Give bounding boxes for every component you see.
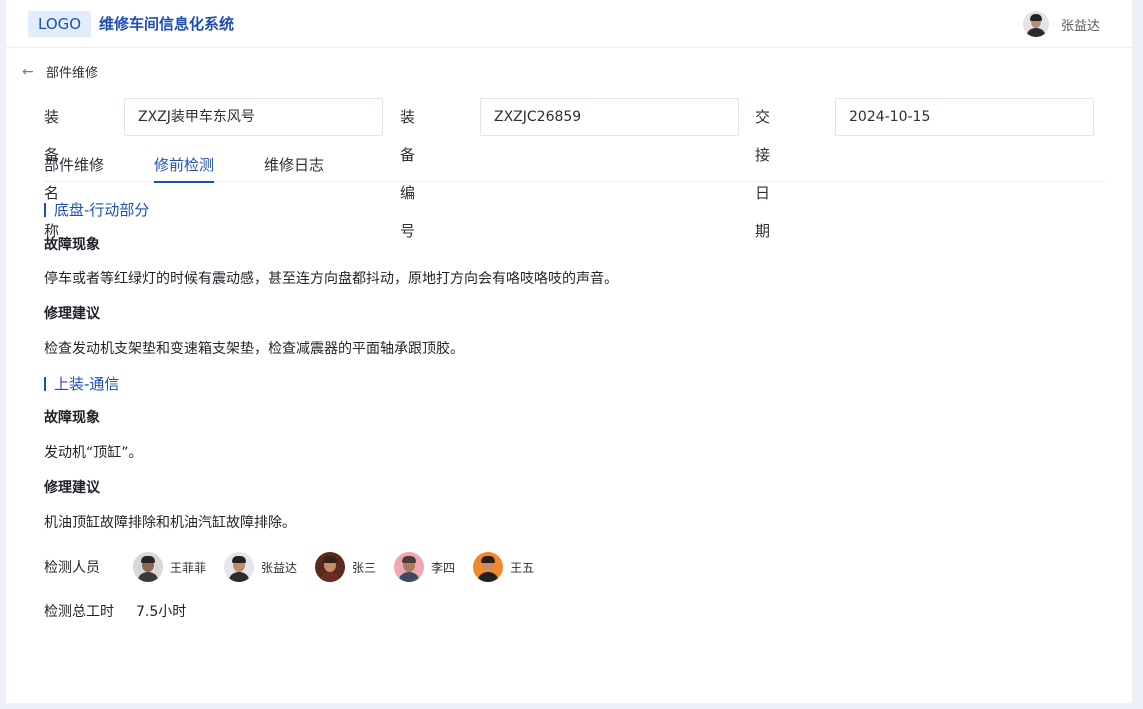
advice-text: 检查发动机支架垫和变速箱支架垫，检查减震器的平面轴承跟顶胶。 — [44, 341, 464, 357]
tab-pre-inspection[interactable]: 修前检测 — [154, 154, 215, 183]
tab-bar: 部件维修 修前检测 维修日志 — [44, 146, 1106, 183]
user-menu[interactable]: 张益达 — [1022, 11, 1100, 37]
equip-no-field[interactable]: ZXZJC26859 — [480, 98, 739, 136]
fault-text: 停车或者等红绿灯的时候有震动感，甚至连方向盘都抖动，原地打方向会有咯吱咯吱的声音… — [44, 271, 618, 287]
tab-part-repair[interactable]: 部件维修 — [44, 154, 104, 181]
inspector-list: 王菲菲 张益达 张三 李四 王五 — [133, 552, 552, 582]
inspector-item[interactable]: 王五 — [473, 552, 534, 582]
user-name[interactable]: 张益达 — [1061, 15, 1100, 34]
fault-label: 故障现象 — [44, 410, 100, 426]
advice-text: 机油顶缸故障排除和机油汽缸故障排除。 — [44, 515, 296, 531]
user-avatar[interactable] — [1022, 11, 1049, 37]
section-title: 底盘-行动部分 — [44, 200, 149, 220]
inspector-name: 张益达 — [261, 560, 298, 575]
advice-label: 修理建议 — [44, 306, 100, 322]
inspector-name: 王五 — [510, 560, 535, 575]
inspector-avatar — [315, 552, 346, 582]
date-field[interactable]: 2024-10-15 — [835, 98, 1094, 136]
inspector-avatar — [224, 552, 255, 582]
inspectors-label: 检测人员 — [44, 560, 100, 576]
app-frame: LOGO 维修车间信息化系统 张益达 ← 部件维修 装备名称 ZXZJ装甲车东风… — [6, 0, 1132, 703]
inspector-avatar — [394, 552, 425, 582]
inspector-avatar — [133, 552, 163, 582]
inspector-name: 张三 — [352, 560, 377, 575]
inspector-item[interactable]: 李四 — [394, 552, 455, 582]
system-title: 维修车间信息化系统 — [99, 15, 235, 33]
inspector-avatar — [473, 552, 504, 582]
equip-name-field[interactable]: ZXZJ装甲车东风号 — [124, 98, 383, 136]
total-hours: 检测总工时 7.5小时 — [44, 602, 186, 622]
breadcrumb: ← 部件维修 — [22, 62, 99, 82]
inspectors-row: 检测人员 王菲菲 张益达 张三 李四 王五 — [44, 551, 552, 583]
hours-value: 7.5小时 — [136, 604, 187, 620]
arrow-left-icon[interactable]: ← — [22, 65, 36, 79]
breadcrumb-current: 部件维修 — [46, 66, 99, 81]
fault-label: 故障现象 — [44, 237, 100, 253]
tab-repair-log[interactable]: 维修日志 — [264, 154, 324, 181]
inspector-item[interactable]: 张三 — [315, 552, 376, 582]
section-title: 上装-通信 — [44, 374, 119, 394]
top-header: LOGO 维修车间信息化系统 张益达 — [6, 0, 1132, 48]
inspector-item[interactable]: 王菲菲 — [133, 552, 206, 582]
fault-text: 发动机“顶缸”。 — [44, 445, 143, 461]
inspector-name: 李四 — [431, 560, 456, 575]
advice-label: 修理建议 — [44, 480, 100, 496]
inspector-name: 王菲菲 — [170, 560, 207, 575]
inspector-item[interactable]: 张益达 — [224, 552, 297, 582]
hours-label: 检测总工时 — [44, 604, 114, 620]
logo: LOGO — [28, 11, 92, 37]
